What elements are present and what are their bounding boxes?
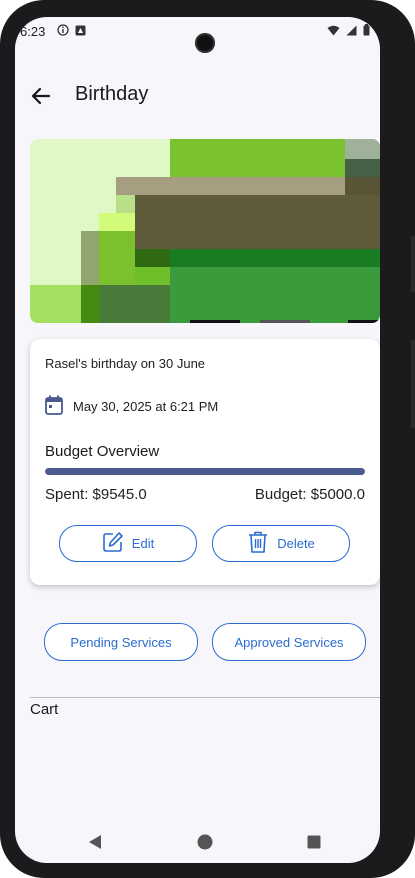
signal-icon: [346, 24, 357, 39]
pending-services-button[interactable]: Pending Services: [44, 623, 198, 661]
budget-progress-fill: [45, 468, 365, 475]
nav-recents-icon[interactable]: [307, 835, 321, 854]
front-camera: [195, 33, 215, 53]
cart-heading: Cart: [30, 701, 59, 718]
approved-services-button[interactable]: Approved Services: [212, 623, 366, 661]
budget-amount: Budget: $5000.0: [254, 486, 365, 503]
app-bar: Birthday: [15, 73, 380, 123]
page-title: Birthday: [75, 83, 149, 105]
pending-services-label: Pending Services: [70, 634, 172, 650]
status-bar: 6:23: [15, 17, 380, 53]
event-image: [30, 139, 380, 323]
arrow-back-icon[interactable]: [29, 84, 53, 108]
budget-overview-heading: Budget Overview: [45, 443, 160, 460]
phone-frame: 6:23 Birthday Rasel's birthday on 30 Jun…: [0, 0, 415, 878]
event-description: Rasel's birthday on 30 June: [45, 356, 206, 371]
battery-icon: [363, 24, 370, 39]
approved-services-label: Approved Services: [234, 634, 344, 650]
volume-button: [411, 236, 415, 292]
event-date-row: May 30, 2025 at 6:21 PM: [45, 395, 218, 418]
status-time: 6:23: [20, 24, 46, 39]
status-notifications: [57, 24, 86, 39]
spent-amount: Spent: $9545.0: [45, 486, 147, 503]
screen: 6:23 Birthday Rasel's birthday on 30 Jun…: [15, 17, 380, 863]
info-icon: [57, 24, 69, 39]
calendar-icon: [45, 395, 63, 418]
event-card: Rasel's birthday on 30 June May 30, 2025…: [30, 339, 380, 585]
power-button: [411, 340, 415, 428]
system-nav-bar: [15, 823, 380, 863]
trash-icon: [247, 530, 269, 557]
edit-icon: [102, 531, 124, 556]
status-system-icons: [327, 24, 370, 39]
edit-label: Edit: [131, 536, 155, 551]
wifi-icon: [327, 24, 340, 39]
edit-button[interactable]: Edit: [59, 525, 197, 562]
budget-progress-bar: [45, 468, 365, 475]
delete-button[interactable]: Delete: [212, 525, 350, 562]
divider: [30, 697, 380, 698]
event-date-time: May 30, 2025 at 6:21 PM: [73, 399, 219, 414]
app-notification-icon: [75, 24, 86, 39]
nav-back-icon[interactable]: [87, 834, 103, 855]
nav-home-icon[interactable]: [197, 834, 213, 855]
delete-label: Delete: [277, 536, 315, 551]
